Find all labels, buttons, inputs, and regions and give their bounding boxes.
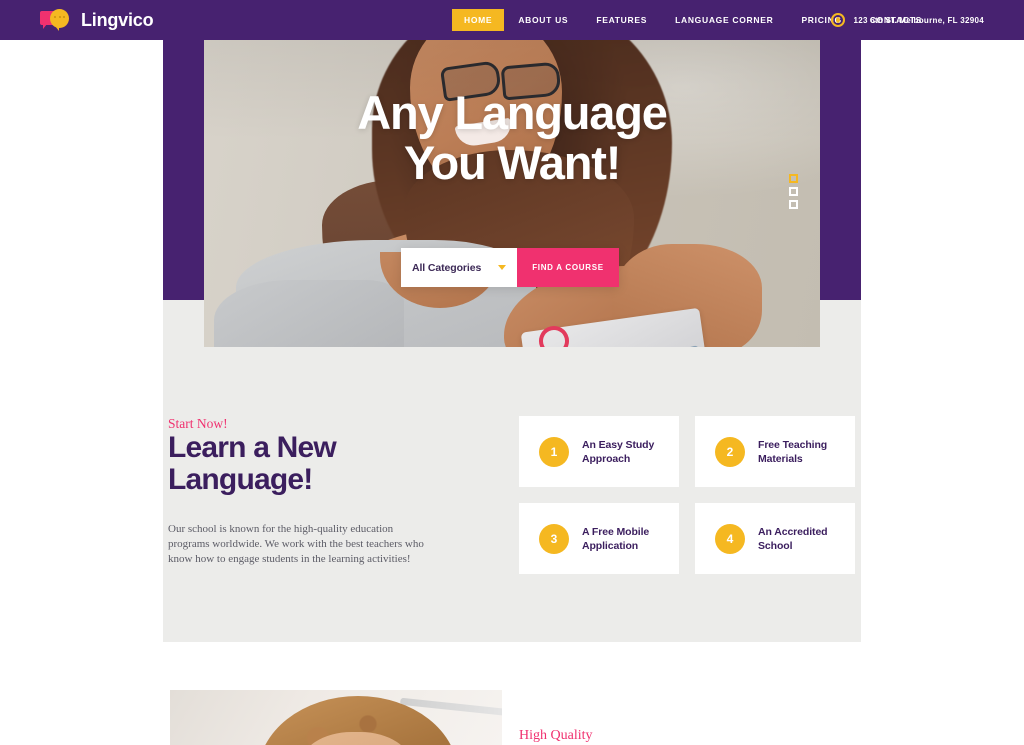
feature-card-label-line-2: Materials [758,452,803,465]
feature-card-label: An Accredited School [758,525,828,553]
intro-paragraph: Our school is known for the high-quality… [168,523,424,565]
category-select-value: All Categories [412,261,482,274]
quality-section-image [170,690,502,745]
intro-heading-line-2: Language! [168,463,313,496]
feature-card-row: 1 An Easy Study Approach 2 Free Teaching… [519,416,855,487]
feature-card-number: 3 [539,523,569,554]
feature-card-label-line-1: An Accredited [758,525,828,538]
feature-card[interactable]: 1 An Easy Study Approach [519,416,679,487]
feature-card-label-line-1: A Free Mobile [582,525,650,538]
header-address-text: 123 6th St. Melbourne, FL 32904 [853,15,984,25]
category-select[interactable]: All Categories [401,248,517,287]
slider-dot-2[interactable] [789,187,798,196]
feature-card-label-line-2: School [758,539,793,552]
feature-card-label-line-2: Approach [582,452,631,465]
quality-eyebrow: High Quality [519,728,593,743]
location-pin-icon [831,13,846,27]
header-address: 123 6th St. Melbourne, FL 32904 [831,0,984,40]
feature-card-label: An Easy Study Approach [582,438,654,466]
nav-item-features[interactable]: FEATURES [582,9,661,31]
hero-slider-pagination [789,174,798,209]
feature-card-label: Free Teaching Materials [758,438,827,466]
page-root: Any Language You Want! All Categories FI… [0,0,1024,745]
intro-heading-line-1: Learn a New [168,431,337,464]
feature-card[interactable]: 3 A Free Mobile Application [519,503,679,574]
feature-card-label-line-2: Application [582,539,639,552]
feature-card-label-line-1: Free Teaching [758,438,828,451]
feature-card[interactable]: 4 An Accredited School [695,503,855,574]
logo-icon [40,9,74,31]
feature-card[interactable]: 2 Free Teaching Materials [695,416,855,487]
slider-dot-3[interactable] [789,200,798,209]
hero-title-line-1: Any Language [357,86,668,139]
feature-card-number: 2 [715,436,745,467]
intro-heading: Learn a New Language! [168,431,337,496]
find-a-course-button[interactable]: FIND A COURSE [517,248,619,287]
feature-card-label-line-1: An Easy Study [582,438,655,451]
speech-circle-icon [50,9,69,31]
feature-card-label: A Free Mobile Application [582,525,649,553]
logo-dots-icon [54,16,65,19]
nav-item-language-corner[interactable]: LANGUAGE CORNER [661,9,787,31]
hero-course-search-form: All Categories FIND A COURSE [401,248,619,287]
logo-text: Lingvico [81,9,154,30]
feature-card-number: 1 [539,436,569,467]
feature-card-number: 4 [715,523,745,554]
site-logo[interactable]: Lingvico [40,0,154,40]
hero-title: Any Language You Want! [0,88,1024,188]
slider-dot-1[interactable] [789,174,798,183]
nav-item-about-us[interactable]: ABOUT US [504,9,582,31]
nav-item-home[interactable]: HOME [452,9,505,31]
hero-title-line-2: You Want! [403,136,622,189]
feature-cards: 1 An Easy Study Approach 2 Free Teaching… [519,416,855,590]
feature-card-row: 3 A Free Mobile Application 4 An Accredi… [519,503,855,574]
chevron-down-icon [498,265,506,270]
intro-eyebrow: Start Now! [168,416,228,431]
site-header: Lingvico HOME ABOUT US FEATURES LANGUAGE… [0,0,1024,40]
